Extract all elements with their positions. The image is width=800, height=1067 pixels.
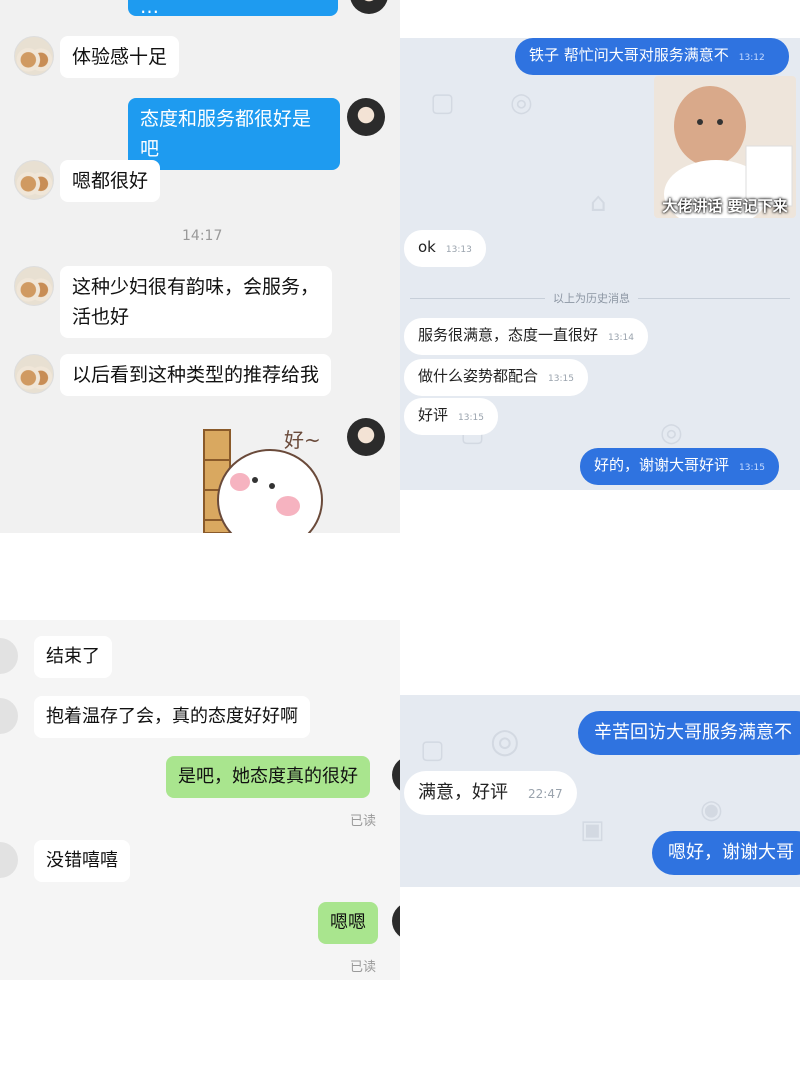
message-text: 服务很满意，态度一直很好: [418, 326, 599, 344]
message-bubble[interactable]: 服务很满意，态度一直很好 13:14: [404, 318, 648, 355]
read-status: 已读: [350, 960, 377, 975]
message-text: 体验感十足: [72, 46, 168, 68]
message-text: 没错嘻嘻: [46, 850, 118, 871]
chat-panel-bottom-left: 结束了 抱着温存了会，真的态度好好啊 是吧，她态度真的很好 已读 没错嘻嘻 嗯嗯…: [0, 620, 400, 980]
message-bubble[interactable]: 满意，好评 22:47: [404, 771, 577, 815]
sticker-text: 好~: [284, 428, 321, 452]
avatar[interactable]: [14, 266, 54, 306]
message-text: 结束了: [46, 646, 100, 667]
message-bubble[interactable]: 辛苦回访大哥服务满意不: [578, 711, 800, 755]
message-bubble[interactable]: 嗯都很好: [60, 160, 161, 202]
time-label: 14:17: [182, 228, 223, 244]
avatar[interactable]: [14, 160, 54, 200]
message-bubble[interactable]: 抱着温存了会，真的态度好好啊: [34, 696, 310, 738]
message-bubble[interactable]: 好评 13:15: [404, 398, 498, 435]
message-time: 13:15: [458, 413, 484, 423]
avatar[interactable]: [14, 36, 54, 76]
background-pattern-icon: ⌂: [590, 188, 607, 218]
message-bubble[interactable]: 体验感十足: [60, 36, 180, 78]
message-bubble[interactable]: 结束了: [34, 636, 112, 678]
message-text: 满意，好评: [418, 782, 508, 803]
avatar[interactable]: [14, 354, 54, 394]
message-text: 活也好: [72, 306, 130, 328]
message-bubble[interactable]: 铁子 帮忙问大哥对服务满意不 13:12: [515, 38, 789, 75]
background-pattern-icon: ◉: [700, 795, 723, 825]
avatar[interactable]: [0, 698, 18, 734]
message-bubble[interactable]: 没错嘻嘻: [34, 840, 130, 882]
background-pattern-icon: ◎: [490, 721, 520, 761]
message-bubble[interactable]: 这种少妇很有韵味，会服务， 活也好: [60, 266, 332, 338]
avatar[interactable]: [0, 842, 18, 878]
partial-message-text: …: [140, 0, 159, 18]
message-text: 嗯好，谢谢大哥: [668, 842, 794, 863]
message-text: 好评: [418, 406, 449, 424]
message-time: 22:47: [528, 787, 563, 801]
message-text: 好的，谢谢大哥好评: [594, 456, 730, 474]
message-time: 13:14: [608, 333, 634, 343]
history-divider-label: 以上为历史消息: [545, 290, 638, 306]
message-time: 13:12: [738, 53, 765, 63]
avatar[interactable]: [347, 98, 385, 136]
message-text: 嗯嗯: [330, 912, 366, 933]
avatar[interactable]: [347, 418, 385, 456]
avatar[interactable]: [0, 638, 18, 674]
sticker-image[interactable]: 好~: [200, 420, 340, 533]
chat-panel-top-right: ▢ ◎ ⌂ ◎ ▢ 铁子 帮忙问大哥对服务满意不13:12 大佬讲话 要记下来 …: [400, 38, 800, 490]
background-pattern-icon: ▢: [420, 735, 445, 765]
message-bubble[interactable]: 以后看到这种类型的推荐给我: [60, 354, 332, 396]
message-text: 这种少妇很有韵味，会服务，: [72, 276, 320, 298]
message-bubble[interactable]: 嗯好，谢谢大哥: [652, 831, 800, 875]
partial-message-bubble: …: [128, 0, 338, 18]
meme-caption: 大佬讲话 要记下来: [662, 197, 788, 215]
message-bubble[interactable]: 做什么姿势都配合 13:15: [404, 359, 588, 396]
message-text: 以后看到这种类型的推荐给我: [72, 364, 320, 386]
background-pattern-icon: ◎: [660, 418, 683, 448]
chat-panel-bottom-right: ◎ ▢ ▣ ◉ 辛苦回访大哥服务满意不 满意，好评 22:47 嗯好，谢谢大哥: [400, 695, 800, 887]
message-text: ok: [418, 238, 436, 256]
message-time: 13:15: [739, 463, 765, 473]
message-time: 13:15: [548, 374, 574, 384]
message-bubble[interactable]: 好的，谢谢大哥好评 13:15: [580, 448, 779, 485]
background-pattern-icon: ▣: [580, 815, 605, 845]
message-text: 抱着温存了会，真的态度好好啊: [46, 706, 298, 727]
meme-image[interactable]: 大佬讲话 要记下来: [654, 76, 796, 218]
message-bubble[interactable]: 嗯嗯: [318, 902, 378, 944]
avatar[interactable]: [350, 0, 388, 14]
message-text: 是吧，她态度真的很好: [178, 766, 358, 787]
avatar[interactable]: [392, 902, 400, 940]
message-text: 铁子 帮忙问大哥对服务满意不: [529, 46, 729, 64]
message-text: 辛苦回访大哥服务满意不: [594, 722, 792, 743]
avatar[interactable]: [392, 756, 400, 794]
message-text: 嗯都很好: [72, 170, 149, 192]
message-bubble[interactable]: ok 13:13: [404, 230, 486, 267]
read-status: 已读: [350, 814, 377, 829]
message-text: 态度和服务都很好是吧: [140, 108, 312, 160]
message-text: 做什么姿势都配合: [418, 367, 539, 385]
message-bubble[interactable]: 是吧，她态度真的很好: [166, 756, 370, 798]
chat-panel-top-left: … 体验感十足 态度和服务都很好是吧 嗯都很好 14:17 这种少妇很有韵味，会…: [0, 0, 400, 533]
message-bubble[interactable]: 态度和服务都很好是吧: [128, 98, 340, 170]
message-time: 13:13: [445, 245, 472, 255]
background-pattern-icon: ◎: [510, 88, 533, 118]
background-pattern-icon: ▢: [430, 88, 455, 118]
